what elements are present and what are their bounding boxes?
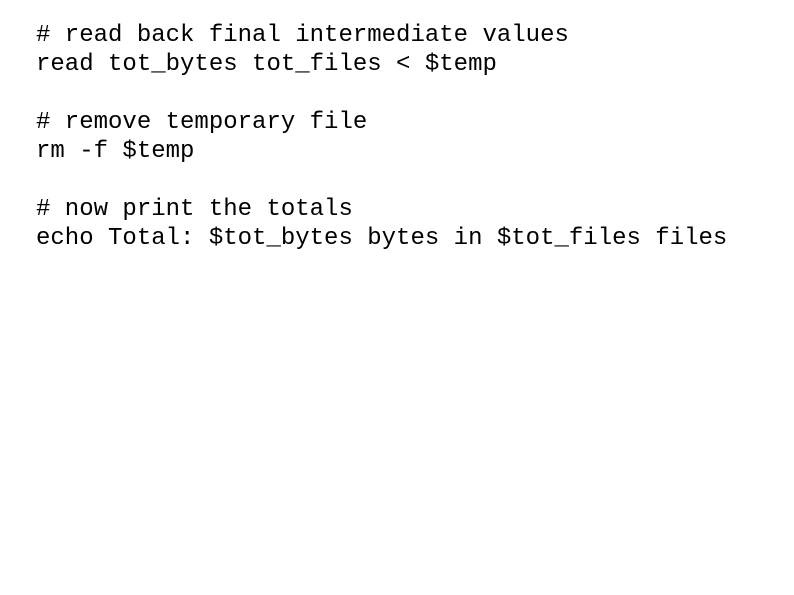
code-line: read tot_bytes tot_files < $temp (36, 51, 497, 78)
shell-script-code-block: # read back final intermediate values re… (36, 21, 786, 253)
code-line: echo Total: $tot_bytes bytes in $tot_fil… (36, 225, 728, 252)
code-line: # now print the totals (36, 196, 353, 223)
code-line: # read back final intermediate values (36, 22, 569, 49)
slide-canvas: # read back final intermediate values re… (0, 0, 794, 595)
code-line: # remove temporary file (36, 109, 368, 136)
code-line: rm -f $temp (36, 138, 195, 165)
